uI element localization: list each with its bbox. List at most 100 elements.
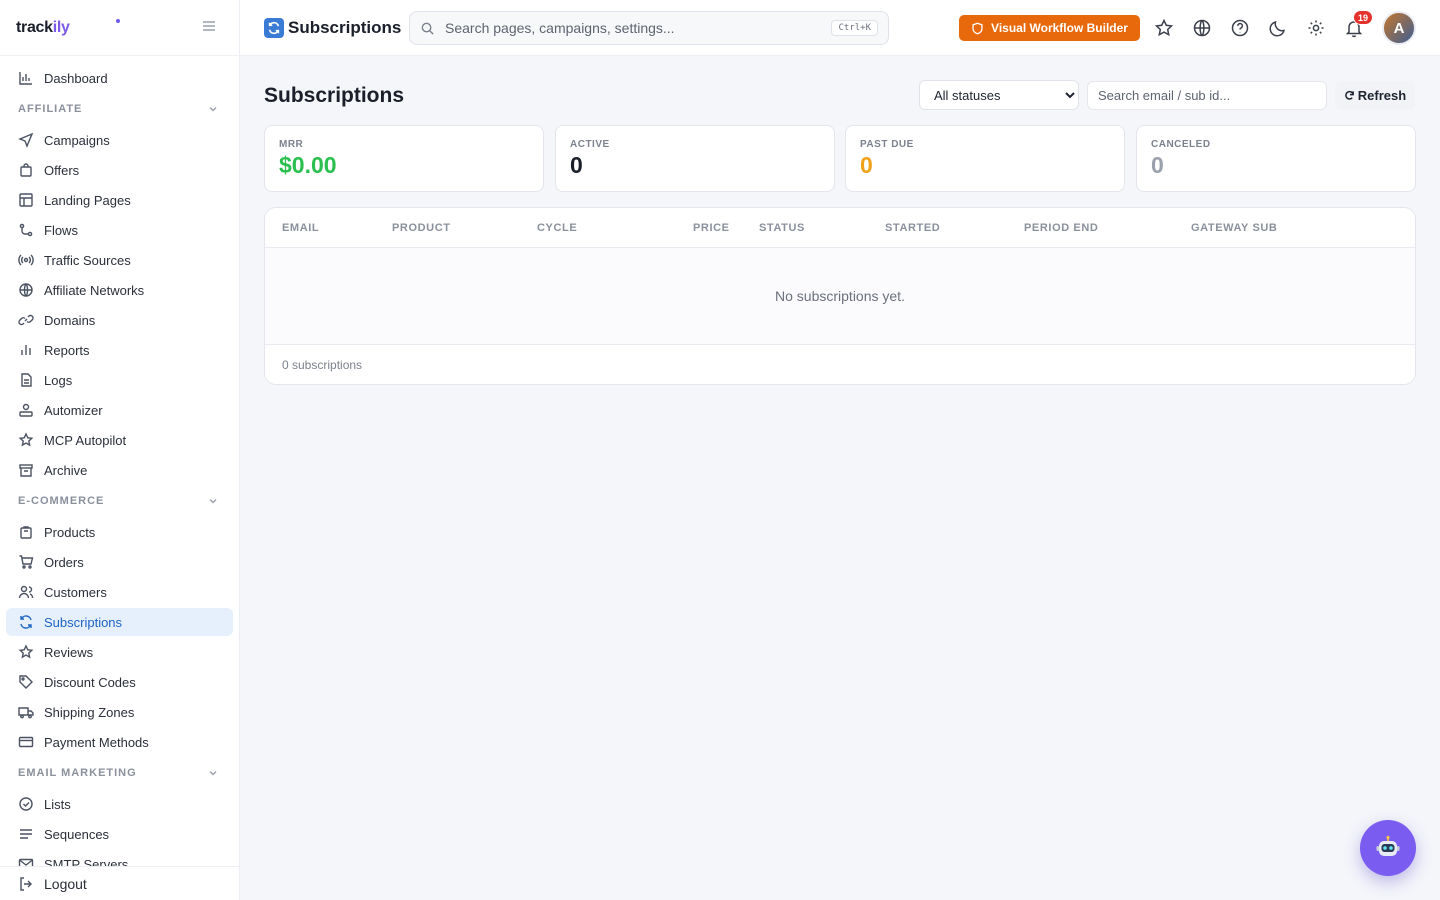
stat-value: $0.00 — [279, 152, 337, 178]
empty-state-message: No subscriptions yet. — [265, 248, 1415, 345]
sidebar-item-label: Traffic Sources — [44, 252, 131, 268]
global-search-input[interactable] — [445, 20, 832, 36]
brand-name-part: track — [16, 18, 53, 36]
lines-icon — [20, 829, 32, 839]
menu-toggle-icon[interactable] — [201, 18, 217, 34]
check-circle-icon — [19, 797, 33, 811]
sidebar-item-shipping-zones[interactable]: Shipping Zones — [6, 698, 233, 726]
section-title: E-COMMERCE — [18, 495, 105, 507]
favorites-button[interactable] — [1152, 16, 1176, 40]
status-filter-select[interactable]: All statuses — [919, 80, 1079, 110]
logout-label: Logout — [44, 875, 87, 892]
avatar[interactable]: A — [1382, 11, 1416, 45]
shield-icon — [972, 22, 983, 34]
stat-label: MRR — [279, 139, 304, 150]
sidebar-item-discount-codes[interactable]: Discount Codes — [6, 668, 233, 696]
automizer-icon — [19, 403, 33, 417]
stat-value: 0 — [860, 152, 873, 178]
sidebar-nav: Dashboard AFFILIATE Campaigns Offers Lan… — [0, 56, 239, 868]
sidebar-item-logs[interactable]: Logs — [6, 366, 233, 394]
sidebar-item-products[interactable]: Products — [6, 518, 233, 546]
global-search[interactable]: Ctrl+K — [409, 11, 889, 45]
refresh-button[interactable]: Refresh — [1335, 81, 1415, 110]
column-header-started[interactable]: STARTED — [885, 222, 940, 234]
settings-button[interactable] — [1304, 16, 1328, 40]
moon-icon — [1269, 20, 1286, 37]
topbar: Subscriptions Ctrl+K Visual Workflow Bui… — [240, 0, 1440, 56]
chevron-down-icon — [209, 499, 217, 504]
chart-icon — [19, 72, 32, 85]
assistant-chat-button[interactable] — [1360, 820, 1416, 876]
subscription-search-input[interactable] — [1087, 81, 1327, 110]
sidebar-item-label: Affiliate Networks — [44, 282, 145, 298]
page-title: Subscriptions — [264, 84, 405, 107]
sidebar-item-sequences[interactable]: Sequences — [6, 820, 233, 848]
sidebar-item-payment-methods[interactable]: Payment Methods — [6, 728, 233, 756]
stat-value: 0 — [570, 152, 583, 178]
column-header-status[interactable]: STATUS — [759, 222, 805, 234]
subscriptions-table: EMAIL PRODUCT CYCLE PRICE STATUS STARTED… — [264, 207, 1416, 385]
stat-label: CANCELED — [1151, 139, 1211, 150]
sidebar-item-affiliate-networks[interactable]: Affiliate Networks — [6, 276, 233, 304]
column-header-gateway-sub[interactable]: GATEWAY SUB — [1191, 222, 1277, 234]
cart-icon — [19, 555, 34, 569]
stat-card-active: ACTIVE 0 — [555, 125, 835, 192]
sidebar-item-lists[interactable]: Lists — [6, 790, 233, 818]
section-email-marketing[interactable]: EMAIL MARKETING — [6, 758, 233, 788]
sidebar-item-orders[interactable]: Orders — [6, 548, 233, 576]
sidebar-item-label: Products — [44, 524, 96, 540]
sidebar: trackily Dashboard AFFILIATE Campaigns O… — [0, 0, 240, 900]
flow-icon — [19, 223, 33, 237]
broadcast-icon — [18, 254, 34, 266]
column-header-cycle[interactable]: CYCLE — [537, 222, 577, 234]
sidebar-item-domains[interactable]: Domains — [6, 306, 233, 334]
sidebar-item-reports[interactable]: Reports — [6, 336, 233, 364]
star-icon — [1154, 18, 1174, 37]
users-icon — [18, 585, 34, 599]
package-icon — [20, 526, 32, 539]
visual-workflow-builder-button[interactable]: Visual Workflow Builder — [959, 15, 1140, 41]
star-icon — [18, 644, 34, 659]
layout-icon — [19, 193, 33, 207]
theme-toggle-button[interactable] — [1266, 16, 1290, 40]
sidebar-item-automizer[interactable]: Automizer — [6, 396, 233, 424]
sidebar-item-label: Lists — [44, 796, 71, 812]
workflow-button-label: Visual Workflow Builder — [991, 21, 1128, 35]
search-icon — [421, 22, 434, 35]
sidebar-item-subscriptions[interactable]: Subscriptions — [6, 608, 233, 636]
file-icon — [21, 373, 32, 387]
help-button[interactable] — [1228, 16, 1252, 40]
column-header-product[interactable]: PRODUCT — [392, 222, 451, 234]
column-header-price[interactable]: PRICE — [693, 222, 730, 234]
brand-header: trackily — [0, 0, 239, 56]
sidebar-item-mcp-autopilot[interactable]: MCP Autopilot — [6, 426, 233, 454]
sidebar-item-label: Campaigns — [44, 132, 110, 148]
sidebar-item-label: Sequences — [44, 826, 110, 842]
sidebar-item-archive[interactable]: Archive — [6, 456, 233, 484]
sidebar-item-flows[interactable]: Flows — [6, 216, 233, 244]
sidebar-item-label: Flows — [44, 222, 78, 238]
sidebar-item-label: Domains — [44, 312, 96, 328]
brand-logo[interactable]: trackily — [16, 19, 70, 37]
logout-button[interactable]: Logout — [0, 866, 239, 900]
sidebar-item-label: Orders — [44, 554, 84, 570]
sidebar-item-dashboard[interactable]: Dashboard — [6, 64, 233, 92]
sidebar-item-landing-pages[interactable]: Landing Pages — [6, 186, 233, 214]
column-header-period-end[interactable]: PERIOD END — [1024, 222, 1098, 234]
logout-icon — [20, 876, 32, 891]
current-page-chip: Subscriptions — [264, 18, 401, 38]
refresh-icon — [264, 18, 284, 38]
sidebar-item-reviews[interactable]: Reviews — [6, 638, 233, 666]
section-ecommerce[interactable]: E-COMMERCE — [6, 486, 233, 516]
archive-icon — [19, 464, 33, 477]
language-button[interactable] — [1190, 16, 1214, 40]
sidebar-item-label: Payment Methods — [44, 734, 149, 750]
sidebar-item-campaigns[interactable]: Campaigns — [6, 126, 233, 154]
table-footer-count: 0 subscriptions — [282, 358, 363, 372]
sidebar-item-label: Customers — [44, 584, 107, 600]
sidebar-item-customers[interactable]: Customers — [6, 578, 233, 606]
sidebar-item-traffic-sources[interactable]: Traffic Sources — [6, 246, 233, 274]
sidebar-item-offers[interactable]: Offers — [6, 156, 233, 184]
section-affiliate[interactable]: AFFILIATE — [6, 94, 233, 124]
column-header-email[interactable]: EMAIL — [282, 222, 319, 234]
